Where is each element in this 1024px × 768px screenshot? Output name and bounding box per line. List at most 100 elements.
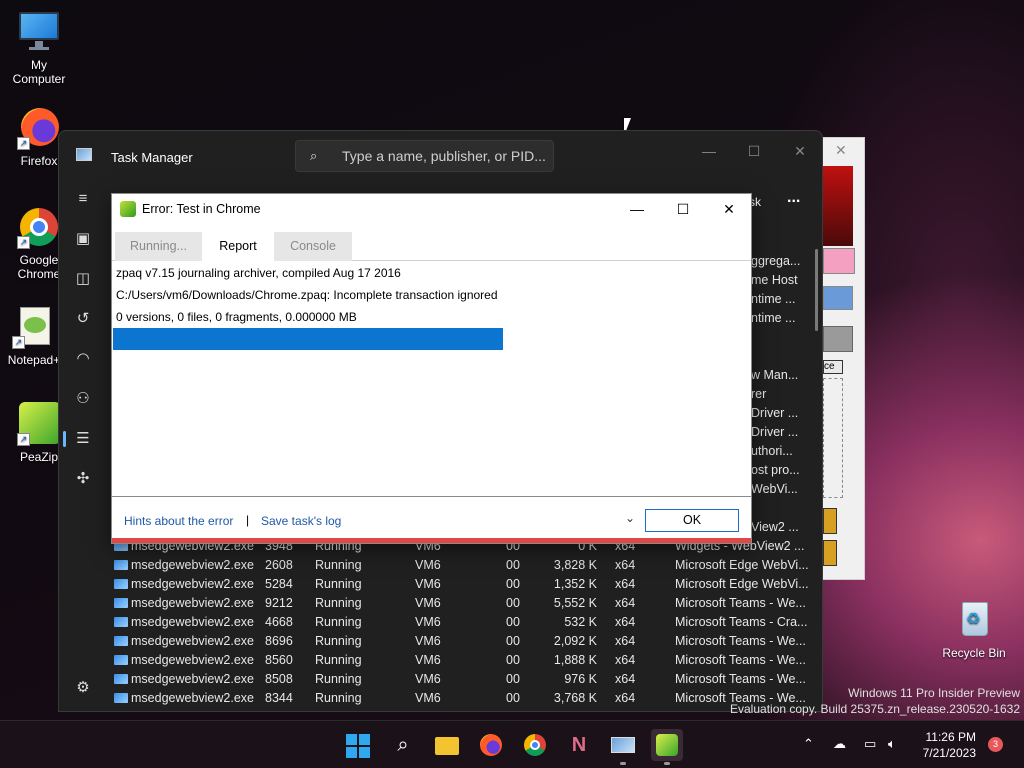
processes-icon[interactable]: ▣ (71, 227, 95, 251)
dialog-tabs: Running... Report Console (112, 232, 751, 261)
firefox-icon: ↗ (17, 106, 61, 150)
save-log-link[interactable]: Save task's log (261, 514, 341, 528)
chevron-up-icon[interactable]: ⌃ (803, 736, 814, 752)
minimize-button[interactable]: — (615, 198, 659, 220)
arch-cell: x64 (615, 653, 636, 667)
close-icon[interactable]: ✕ (835, 142, 847, 159)
table-row[interactable]: msedgewebview2.exe 8508 Running VM6 00 976 K x… (113, 670, 813, 689)
description-cell: View2 ... (751, 520, 799, 534)
peazip-icon: ↗ (17, 402, 61, 446)
file-explorer-icon[interactable] (431, 729, 463, 761)
firefox-icon[interactable] (475, 729, 507, 761)
cpu-cell: 00 (506, 596, 520, 610)
name-cell: msedgewebview2.exe (131, 577, 254, 591)
user-cell: VM6 (415, 558, 441, 572)
search-icon: ⌕ (310, 148, 318, 163)
peazip-icon[interactable] (651, 729, 683, 765)
table-row[interactable]: msedgewebview2.exe 5284 Running VM6 00 1,352 … (113, 575, 813, 594)
user-cell: VM6 (415, 653, 441, 667)
table-row[interactable]: msedgewebview2.exe 4668 Running VM6 00 532 K x… (113, 613, 813, 632)
chevron-down-icon[interactable]: ⌄ (625, 511, 635, 525)
more-options-button[interactable]: ... (787, 189, 800, 207)
hints-link[interactable]: Hints about the error (124, 514, 233, 528)
maximize-button[interactable]: ☐ (732, 137, 776, 165)
notification-badge[interactable]: 3 (988, 737, 1003, 752)
dialog-titlebar: Error: Test in Chrome — ☐ ✕ (112, 194, 751, 224)
peazip-icon (120, 201, 136, 217)
users-icon[interactable]: ⚇ (71, 387, 95, 411)
details-icon[interactable]: ☰ (71, 427, 95, 451)
sidebar-selection-indicator (63, 431, 66, 447)
table-row[interactable]: msedgewebview2.exe 8696 Running VM6 00 2,092 … (113, 632, 813, 651)
table-row[interactable]: msedgewebview2.exe 8560 Running VM6 00 1,888 … (113, 651, 813, 670)
start-icon[interactable] (342, 729, 374, 761)
volume-icon[interactable]: 🔈︎ (888, 736, 896, 752)
pid-cell: 2608 (265, 558, 293, 572)
app-history-icon[interactable]: ↺ (71, 307, 95, 331)
scrollbar[interactable] (815, 249, 818, 331)
running-indicator (620, 762, 626, 765)
chrome-icon[interactable] (519, 729, 551, 761)
search-input[interactable]: ⌕ Type a name, publisher, or PID... (295, 140, 554, 172)
clock-date: 7/21/2023 (922, 746, 976, 760)
pid-cell: 8344 (265, 691, 293, 705)
name-cell: msedgewebview2.exe (131, 653, 254, 667)
cpu-cell: 00 (506, 653, 520, 667)
desktop-icon-label: Recycle Bin (942, 646, 1006, 660)
services-icon[interactable]: ✣ (71, 467, 95, 491)
minimize-button[interactable]: — (687, 137, 731, 165)
close-button[interactable]: ✕ (778, 137, 822, 165)
process-icon (114, 674, 128, 684)
memory-cell: 1,888 K (553, 653, 597, 667)
desktop-icon-my-computer[interactable]: My Computer (3, 10, 75, 86)
task-manager-app-icon (76, 148, 92, 161)
maximize-button[interactable]: ☐ (661, 198, 705, 220)
ok-button[interactable]: OK (645, 509, 739, 532)
description-cell: Microsoft Teams - Cra... (675, 615, 808, 629)
app-icon[interactable]: N (563, 729, 595, 761)
search-icon[interactable]: ⌕ (387, 729, 419, 761)
network-icon[interactable]: ☁ (833, 736, 846, 752)
name-cell: msedgewebview2.exe (131, 691, 254, 705)
description-cell: Microsoft Teams - We... (675, 596, 806, 610)
pid-cell: 8560 (265, 653, 293, 667)
settings-icon[interactable]: ⚙ (71, 676, 95, 700)
user-cell: VM6 (415, 634, 441, 648)
description-cell: Microsoft Edge WebVi... (675, 577, 809, 591)
hamburger-menu-icon[interactable]: ≡ (71, 187, 95, 211)
name-cell: msedgewebview2.exe (131, 634, 254, 648)
status-cell: Running (315, 634, 362, 648)
table-row[interactable]: msedgewebview2.exe 8344 Running VM6 00 3,768 … (113, 689, 813, 708)
tab-running[interactable]: Running... (115, 232, 202, 261)
report-line: C:/Users/vm6/Downloads/Chrome.zpaq: Inco… (116, 288, 498, 302)
progress-bar (113, 328, 503, 350)
arch-cell: x64 (615, 672, 636, 686)
process-icon (114, 636, 128, 646)
tab-report[interactable]: Report (202, 232, 274, 261)
memory-cell: 3,828 K (553, 558, 597, 572)
close-button[interactable]: ✕ (707, 198, 751, 220)
shortcut-arrow-icon: ↗ (12, 336, 25, 349)
description-cell: me Host (751, 273, 798, 287)
desktop-icon-recycle-bin[interactable]: ♻ Recycle Bin (938, 598, 1010, 660)
user-cell: VM6 (415, 691, 441, 705)
tab-console[interactable]: Console (274, 232, 352, 261)
description-cell: Microsoft Teams - We... (675, 672, 806, 686)
clock[interactable]: 11:26 PM 7/21/2023 (918, 729, 976, 761)
arch-cell: x64 (615, 615, 636, 629)
startup-apps-icon[interactable]: ◠ (71, 347, 95, 371)
report-text-area[interactable]: zpaq v7.15 journaling archiver, compiled… (112, 262, 751, 496)
table-row[interactable]: msedgewebview2.exe 9212 Running VM6 00 5,552 … (113, 594, 813, 613)
memory-cell: 1,352 K (553, 577, 597, 591)
description-cell: Microsoft Edge WebVi... (675, 558, 809, 572)
pid-cell: 8696 (265, 634, 293, 648)
display-icon[interactable]: ▭ (864, 736, 876, 752)
performance-icon[interactable]: ◫ (71, 267, 95, 291)
clock-time: 11:26 PM (925, 730, 976, 744)
window-title: Task Manager (111, 150, 193, 165)
task-manager-icon[interactable] (607, 729, 639, 765)
shortcut-arrow-icon: ↗ (17, 236, 30, 249)
name-cell: msedgewebview2.exe (131, 596, 254, 610)
description-cell: WebVi... (751, 482, 798, 496)
table-row[interactable]: msedgewebview2.exe 2608 Running VM6 00 3,828 … (113, 556, 813, 575)
